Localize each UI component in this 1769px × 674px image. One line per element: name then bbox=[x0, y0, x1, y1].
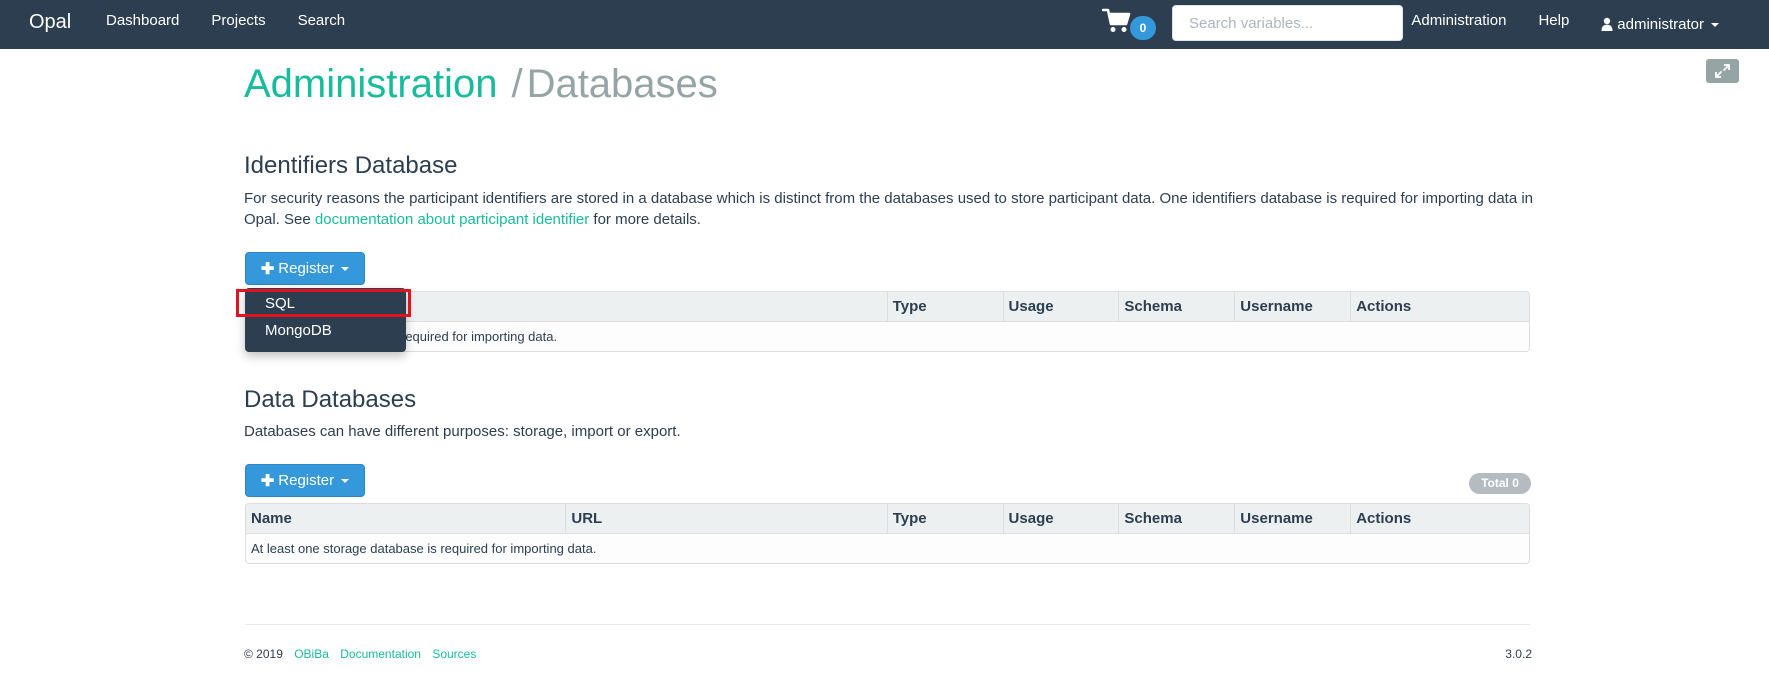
nav-help[interactable]: Help bbox=[1538, 0, 1569, 49]
footer-link-documentation[interactable]: Documentation bbox=[340, 647, 421, 661]
breadcrumb-administration[interactable]: Administration bbox=[244, 62, 497, 106]
user-menu[interactable]: administrator bbox=[1601, 0, 1719, 49]
column-header-actions: Actions bbox=[1351, 292, 1529, 322]
column-header-schema[interactable]: Schema bbox=[1119, 504, 1236, 534]
identifiers-desc-text-2: for more details. bbox=[589, 211, 701, 228]
table-row: required for importing data. bbox=[246, 322, 1529, 351]
participant-identifier-doc-link[interactable]: documentation about participant identifi… bbox=[315, 211, 589, 228]
column-header-url[interactable]: URL bbox=[566, 504, 888, 534]
expand-fullscreen-button[interactable] bbox=[1706, 59, 1739, 83]
table-header-row: Type Usage Schema Username Actions bbox=[246, 292, 1529, 322]
user-name: administrator bbox=[1617, 15, 1704, 33]
data-databases-empty-message: At least one storage database is require… bbox=[246, 534, 1529, 563]
table-row: At least one storage database is require… bbox=[246, 534, 1529, 563]
footer-divider bbox=[245, 624, 1530, 625]
data-databases-heading: Data Databases bbox=[244, 386, 417, 413]
footer-link-obiba[interactable]: OBiBa bbox=[294, 647, 329, 661]
chevron-down-icon bbox=[341, 266, 350, 271]
shopping-cart-icon bbox=[1102, 8, 1131, 32]
nav-right: Administration Help administrator bbox=[1379, 0, 1719, 49]
dropdown-item-sql[interactable]: SQL bbox=[265, 295, 295, 312]
breadcrumb-databases: Databases bbox=[526, 62, 718, 106]
column-header-username[interactable]: Username bbox=[1235, 292, 1352, 322]
nav-projects[interactable]: Projects bbox=[211, 0, 265, 49]
cart-count-badge: 0 bbox=[1130, 16, 1156, 40]
navbar: Opal Dashboard Projects Search 0 Adminis… bbox=[0, 0, 1769, 49]
column-header-usage[interactable]: Usage bbox=[1003, 504, 1120, 534]
column-header-name[interactable]: Name bbox=[246, 504, 567, 534]
footer-left: © 2019 OBiBa Documentation Sources bbox=[244, 647, 476, 661]
user-icon bbox=[1601, 17, 1613, 31]
column-header-schema[interactable]: Schema bbox=[1119, 292, 1236, 322]
column-header-actions: Actions bbox=[1351, 504, 1529, 534]
column-header-usage[interactable]: Usage bbox=[1003, 292, 1120, 322]
register-dropdown-menu: SQL MongoDB bbox=[245, 288, 406, 352]
identifiers-register-button[interactable]: ✚ Register bbox=[245, 252, 365, 285]
plus-icon: ✚ bbox=[260, 260, 275, 278]
expand-icon bbox=[1715, 64, 1730, 78]
identifiers-database-table: Type Usage Schema Username Actions requi… bbox=[245, 291, 1530, 352]
identifiers-description: For security reasons the participant ide… bbox=[244, 188, 1534, 230]
cart-button[interactable]: 0 bbox=[1102, 8, 1157, 42]
nav-dashboard[interactable]: Dashboard bbox=[106, 0, 179, 49]
nav-administration[interactable]: Administration bbox=[1411, 0, 1506, 49]
data-databases-description: Databases can have different purposes: s… bbox=[244, 423, 681, 440]
footer-link-sources[interactable]: Sources bbox=[432, 647, 476, 661]
column-header-type[interactable]: Type bbox=[887, 292, 1004, 322]
chevron-down-icon bbox=[341, 478, 350, 483]
column-header-username[interactable]: Username bbox=[1235, 504, 1352, 534]
plus-icon: ✚ bbox=[260, 472, 275, 490]
footer-version: 3.0.2 bbox=[1505, 647, 1532, 661]
search-variables-input[interactable] bbox=[1172, 5, 1403, 41]
column-header-type[interactable]: Type bbox=[887, 504, 1004, 534]
table-header-row: Name URL Type Usage Schema Username Acti… bbox=[246, 504, 1529, 534]
total-count-badge: Total 0 bbox=[1469, 473, 1531, 494]
identifiers-database-heading: Identifiers Database bbox=[244, 152, 458, 179]
data-databases-table: Name URL Type Usage Schema Username Acti… bbox=[245, 503, 1530, 564]
chevron-down-icon bbox=[1711, 22, 1719, 27]
data-register-button[interactable]: ✚ Register bbox=[245, 464, 365, 497]
brand-logo[interactable]: Opal bbox=[29, 11, 71, 34]
footer-copyright: © 2019 bbox=[244, 647, 283, 661]
nav-left: Dashboard Projects Search bbox=[106, 0, 377, 49]
identifiers-empty-message: required for importing data. bbox=[246, 322, 1529, 351]
register-label: Register bbox=[278, 472, 335, 489]
register-label: Register bbox=[278, 260, 335, 277]
breadcrumb-separator: / bbox=[511, 62, 523, 106]
dropdown-item-mongodb[interactable]: MongoDB bbox=[265, 322, 332, 339]
page-title: Administration / Databases bbox=[244, 62, 718, 107]
nav-search[interactable]: Search bbox=[298, 0, 346, 49]
